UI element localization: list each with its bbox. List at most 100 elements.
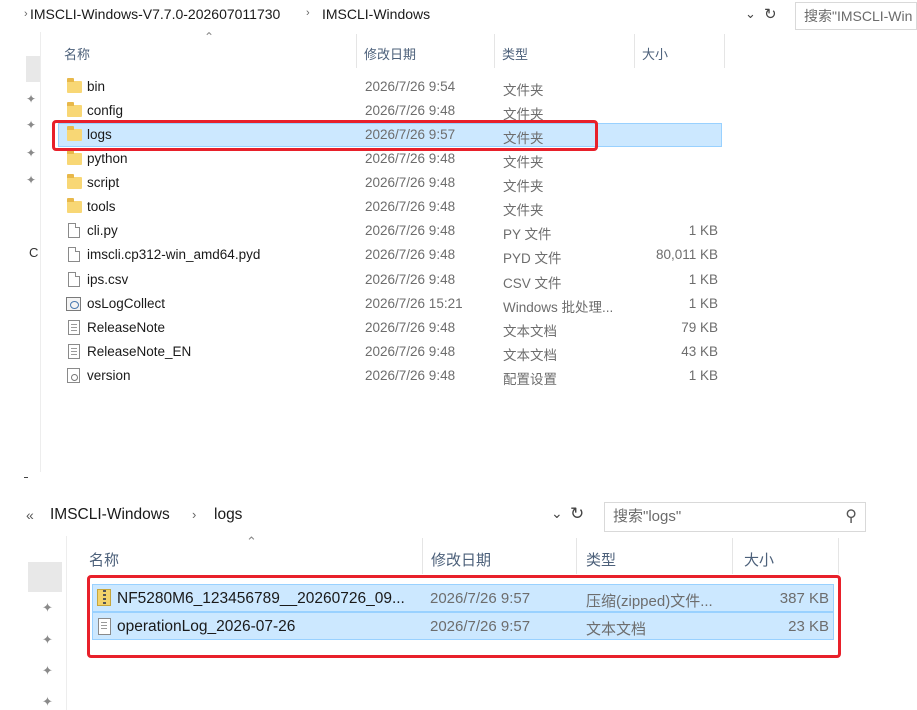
item-name: python [87, 151, 128, 166]
list-item[interactable]: tools 2026/7/26 9:48 文件夹 [58, 195, 722, 219]
item-type: 文件夹 [503, 203, 544, 218]
column-divider[interactable] [576, 538, 577, 574]
column-divider[interactable] [356, 34, 357, 68]
list-item[interactable]: version 2026/7/26 9:48 配置设置 1 KB [58, 364, 722, 388]
top-search-input[interactable]: 搜索"IMSCLI-Win [795, 2, 917, 30]
item-date: 2026/7/26 15:21 [365, 296, 463, 311]
nav-pane-selection[interactable] [26, 56, 40, 82]
column-divider[interactable] [634, 34, 635, 68]
item-size: 1 KB [688, 272, 718, 287]
folder-icon [67, 198, 82, 213]
list-item[interactable]: script 2026/7/26 9:48 文件夹 [58, 171, 722, 195]
folder-icon [67, 174, 82, 189]
item-date: 2026/7/26 9:48 [365, 175, 456, 190]
nav-pane-drive-letter[interactable]: C [29, 245, 38, 260]
breadcrumb-chevron-icon[interactable]: › [192, 507, 196, 522]
list-item[interactable]: ReleaseNote 2026/7/26 9:48 文本文档 79 KB [58, 316, 722, 340]
sort-ascending-icon: ⌃ [246, 534, 257, 549]
breadcrumb-item-root[interactable]: IMSCLI-Windows-V7.7.0-202607011730 [30, 6, 280, 22]
bottom-search-placeholder: 搜索"logs" [613, 508, 682, 525]
breadcrumb-item-parent[interactable]: IMSCLI-Windows [50, 506, 170, 524]
item-type: 文本文档 [503, 348, 557, 363]
item-name: osLogCollect [87, 296, 166, 311]
item-name: cli.py [87, 223, 118, 238]
pin-icon[interactable]: ✦ [26, 173, 36, 187]
column-divider[interactable] [838, 538, 839, 574]
nav-pane-selection[interactable] [28, 562, 62, 592]
refresh-icon[interactable]: ↻ [570, 504, 584, 524]
item-size: 1 KB [688, 223, 718, 238]
item-type: 文件夹 [503, 83, 544, 98]
column-header-type[interactable]: 类型 [502, 44, 528, 63]
item-date: 2026/7/26 9:48 [365, 199, 456, 214]
address-dropdown-icon[interactable]: ⌄ [551, 505, 563, 522]
pin-icon[interactable]: ✦ [42, 694, 53, 710]
sort-ascending-icon: ⌃ [204, 30, 215, 44]
item-size: 1 KB [688, 296, 718, 311]
folder-icon [67, 102, 82, 117]
item-date: 2026/7/26 9:48 [365, 344, 456, 359]
bottom-search-input[interactable]: 搜索"logs" ⚲ [604, 502, 866, 532]
top-address-bar[interactable]: › IMSCLI-Windows-V7.7.0-202607011730 › I… [0, 0, 917, 30]
item-type: 文件夹 [503, 155, 544, 170]
column-header-size[interactable]: 大小 [744, 549, 774, 570]
column-divider[interactable] [494, 34, 495, 68]
item-name: tools [87, 199, 116, 214]
item-type: 文本文档 [503, 324, 557, 339]
list-item[interactable]: ips.csv 2026/7/26 9:48 CSV 文件 1 KB [58, 268, 722, 292]
pin-icon[interactable]: ✦ [26, 92, 36, 106]
pin-icon[interactable]: ✦ [42, 600, 53, 616]
pin-icon[interactable]: ✦ [42, 663, 53, 679]
breadcrumb-item-current[interactable]: IMSCLI-Windows [322, 6, 430, 22]
item-date: 2026/7/26 9:48 [365, 272, 456, 287]
edge-mark [24, 477, 28, 478]
item-name: ReleaseNote [87, 320, 166, 335]
list-item[interactable]: ReleaseNote_EN 2026/7/26 9:48 文本文档 43 KB [58, 340, 722, 364]
breadcrumb-separator-icon: › [24, 8, 28, 20]
list-item[interactable]: imscli.cp312-win_amd64.pyd 2026/7/26 9:4… [58, 243, 722, 267]
column-header-size[interactable]: 大小 [642, 44, 668, 63]
item-date: 2026/7/26 9:48 [365, 103, 456, 118]
column-header-name[interactable]: 名称 [64, 44, 90, 63]
item-name: imscli.cp312-win_amd64.pyd [87, 247, 261, 262]
item-name: ReleaseNote_EN [87, 344, 192, 359]
column-divider[interactable] [422, 538, 423, 574]
list-item[interactable]: osLogCollect 2026/7/26 15:21 Windows 批处理… [58, 292, 722, 316]
pin-icon[interactable]: ✦ [26, 118, 36, 132]
bottom-address-bar[interactable]: « IMSCLI-Windows › logs ⌄ ↻ 搜索"logs" ⚲ [24, 500, 874, 532]
column-divider[interactable] [724, 34, 725, 68]
list-item[interactable]: cli.py 2026/7/26 9:48 PY 文件 1 KB [58, 219, 722, 243]
breadcrumb-item-current[interactable]: logs [214, 506, 242, 524]
text-document-icon [68, 320, 80, 335]
search-icon[interactable]: ⚲ [845, 503, 857, 531]
folder-icon [67, 150, 82, 165]
item-name: bin [87, 79, 106, 94]
column-header-date[interactable]: 修改日期 [364, 44, 416, 63]
item-name: version [87, 368, 131, 383]
pin-icon[interactable]: ✦ [42, 632, 53, 648]
item-size: 1 KB [688, 368, 718, 383]
column-divider[interactable] [732, 538, 733, 574]
item-date: 2026/7/26 9:54 [365, 79, 456, 94]
refresh-icon[interactable]: ↻ [764, 5, 777, 23]
bottom-column-header: ⌃ 名称 修改日期 类型 大小 [70, 534, 850, 576]
item-name: config [87, 103, 124, 118]
address-dropdown-icon[interactable]: ⌄ [745, 6, 756, 22]
column-header-type[interactable]: 类型 [586, 549, 616, 570]
item-date: 2026/7/26 9:48 [365, 368, 456, 383]
column-header-date[interactable]: 修改日期 [431, 549, 491, 570]
item-type: PYD 文件 [503, 251, 562, 266]
item-size: 79 KB [681, 320, 718, 335]
item-type: 配置设置 [503, 372, 557, 387]
breadcrumb-overflow-icon[interactable]: « [26, 507, 34, 523]
item-type: PY 文件 [503, 227, 552, 242]
column-header-name[interactable]: 名称 [89, 549, 119, 570]
folder-icon [67, 78, 82, 93]
list-item[interactable]: bin 2026/7/26 9:54 文件夹 [58, 75, 722, 99]
breadcrumb-chevron-icon[interactable]: › [306, 7, 310, 19]
item-date: 2026/7/26 9:48 [365, 320, 456, 335]
item-date: 2026/7/26 9:48 [365, 247, 456, 262]
top-search-placeholder: 搜索"IMSCLI-Win [804, 8, 913, 24]
pin-icon[interactable]: ✦ [26, 146, 36, 160]
file-icon [68, 272, 80, 287]
